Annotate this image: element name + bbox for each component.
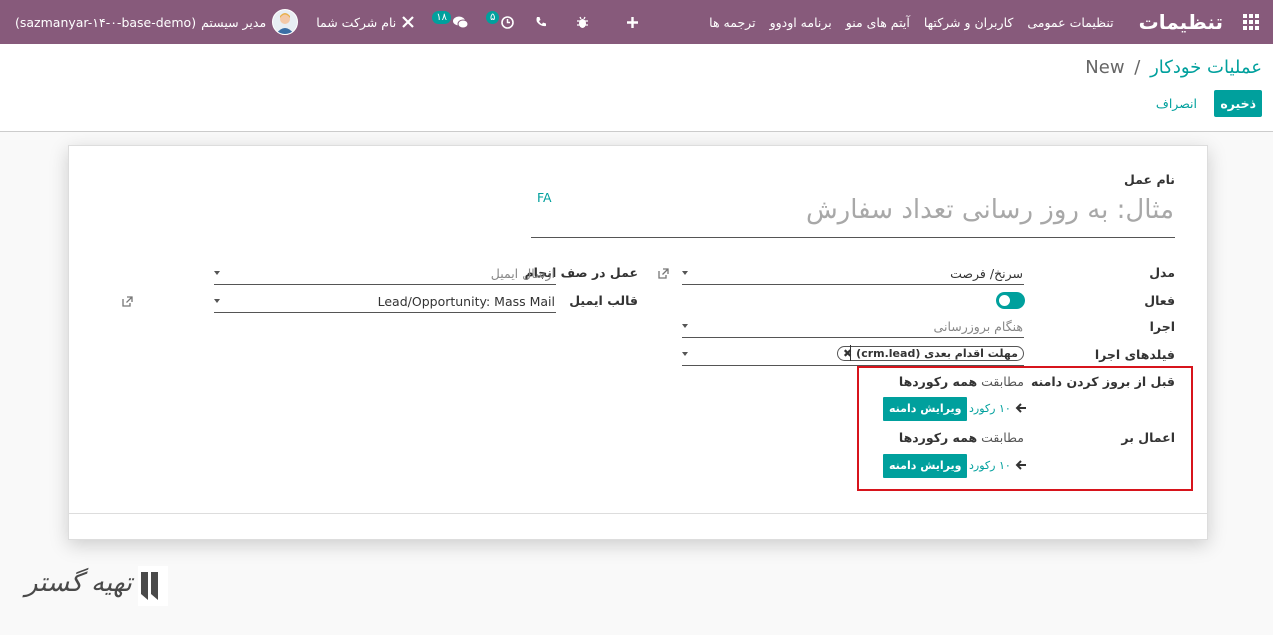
app-brand[interactable]: تنظیمات [1121,10,1229,34]
external-link-icon[interactable] [122,296,133,307]
breadcrumb: عملیات خودکار / New [1085,57,1262,78]
company-switcher[interactable]: نام شرکت شما [307,15,423,30]
trigger-value: هنگام بروزرسانی [933,319,1023,334]
bug-icon [577,16,589,28]
name-placeholder: مثال: به روز رسانی تعداد سفارش [805,195,1174,225]
avatar [272,9,299,35]
email-template-select[interactable]: Lead/Opportunity: Mass Mail [214,291,556,313]
quick-create[interactable] [606,16,659,28]
text-cursor [850,345,851,361]
chevron-down-icon [682,324,688,328]
chevron-down-icon [214,299,220,303]
chevron-down-icon [682,352,688,356]
trigger-field-tag: مهلت اقدام بعدی (crm.lead) ✖ [836,346,1024,361]
messages-badge: ۱۸ [432,10,452,24]
name-label: نام عمل [1124,172,1175,187]
company-name: نام شرکت شما [316,14,397,30]
menu-users-companies[interactable]: کاربران و شرکتها [917,15,1020,30]
plus-icon [627,16,639,28]
tools-icon [402,16,415,28]
watermark-text: تهیه گستر [25,568,133,598]
email-template-label: قالب ایمیل [569,293,638,308]
action-value: ارسال ایمیل [490,266,555,281]
action-select[interactable]: ارسال ایمیل [214,263,556,285]
menu-general-settings[interactable]: تنظیمات عمومی [1020,15,1120,30]
email-template-value: Lead/Opportunity: Mass Mail [377,294,555,309]
external-link-icon[interactable] [658,268,669,279]
model-label: مدل [1149,265,1175,280]
discard-button[interactable]: انصراف [1156,96,1197,111]
highlight-box [857,366,1193,491]
user-name: مدیر سیستم [201,14,267,30]
name-input[interactable]: مثال: به روز رسانی تعداد سفارش [531,192,1175,238]
messages-menu[interactable]: ۱۸ [423,10,477,29]
activities-badge: ۵ [486,10,500,24]
apps-menu-icon[interactable] [1229,0,1273,44]
menu-menu-items[interactable]: آیتم های منو [839,15,917,30]
top-navbar: تنظیمات تنظیمات عمومی کاربران و شرکتها آ… [0,0,1273,44]
menu-odoo-app[interactable]: برنامه اودوو [763,15,839,30]
trigger-select[interactable]: هنگام بروزرسانی [682,316,1024,338]
trigger-fields-label: فیلدهای اجرا [1094,347,1175,362]
breadcrumb-parent[interactable]: عملیات خودکار [1150,57,1262,78]
chevron-down-icon [682,271,688,275]
model-select[interactable]: سرنخ/ فرصت [682,263,1024,285]
model-value: سرنخ/ فرصت [950,266,1023,281]
trigger-field-tag-label: مهلت اقدام بعدی (crm.lead) [856,347,1018,360]
menu-translations[interactable]: ترجمه ها [702,15,762,30]
voip-phone[interactable] [523,16,559,28]
trigger-label: اجرا [1149,319,1175,334]
user-menu[interactable]: (sazmanyar-۱۴-۰-base-demo) مدیر سیستم [0,9,307,35]
database-name: (sazmanyar-۱۴-۰-base-demo) [15,14,197,30]
chat-icon [453,16,469,28]
chevron-down-icon [214,271,220,275]
breadcrumb-separator: / [1134,57,1141,78]
clock-icon [501,15,515,29]
watermark-logo [138,566,168,606]
save-button[interactable]: ذخیره [1214,90,1262,117]
breadcrumb-current: New [1085,57,1125,78]
active-toggle[interactable] [996,292,1025,309]
sheet-divider [69,513,1207,514]
active-label: فعال [1144,293,1175,308]
phone-icon [536,17,547,27]
activities-menu[interactable]: ۵ [477,10,523,29]
control-panel: عملیات خودکار / New ذخیره انصراف [0,44,1273,132]
debug-menu[interactable] [559,16,606,29]
